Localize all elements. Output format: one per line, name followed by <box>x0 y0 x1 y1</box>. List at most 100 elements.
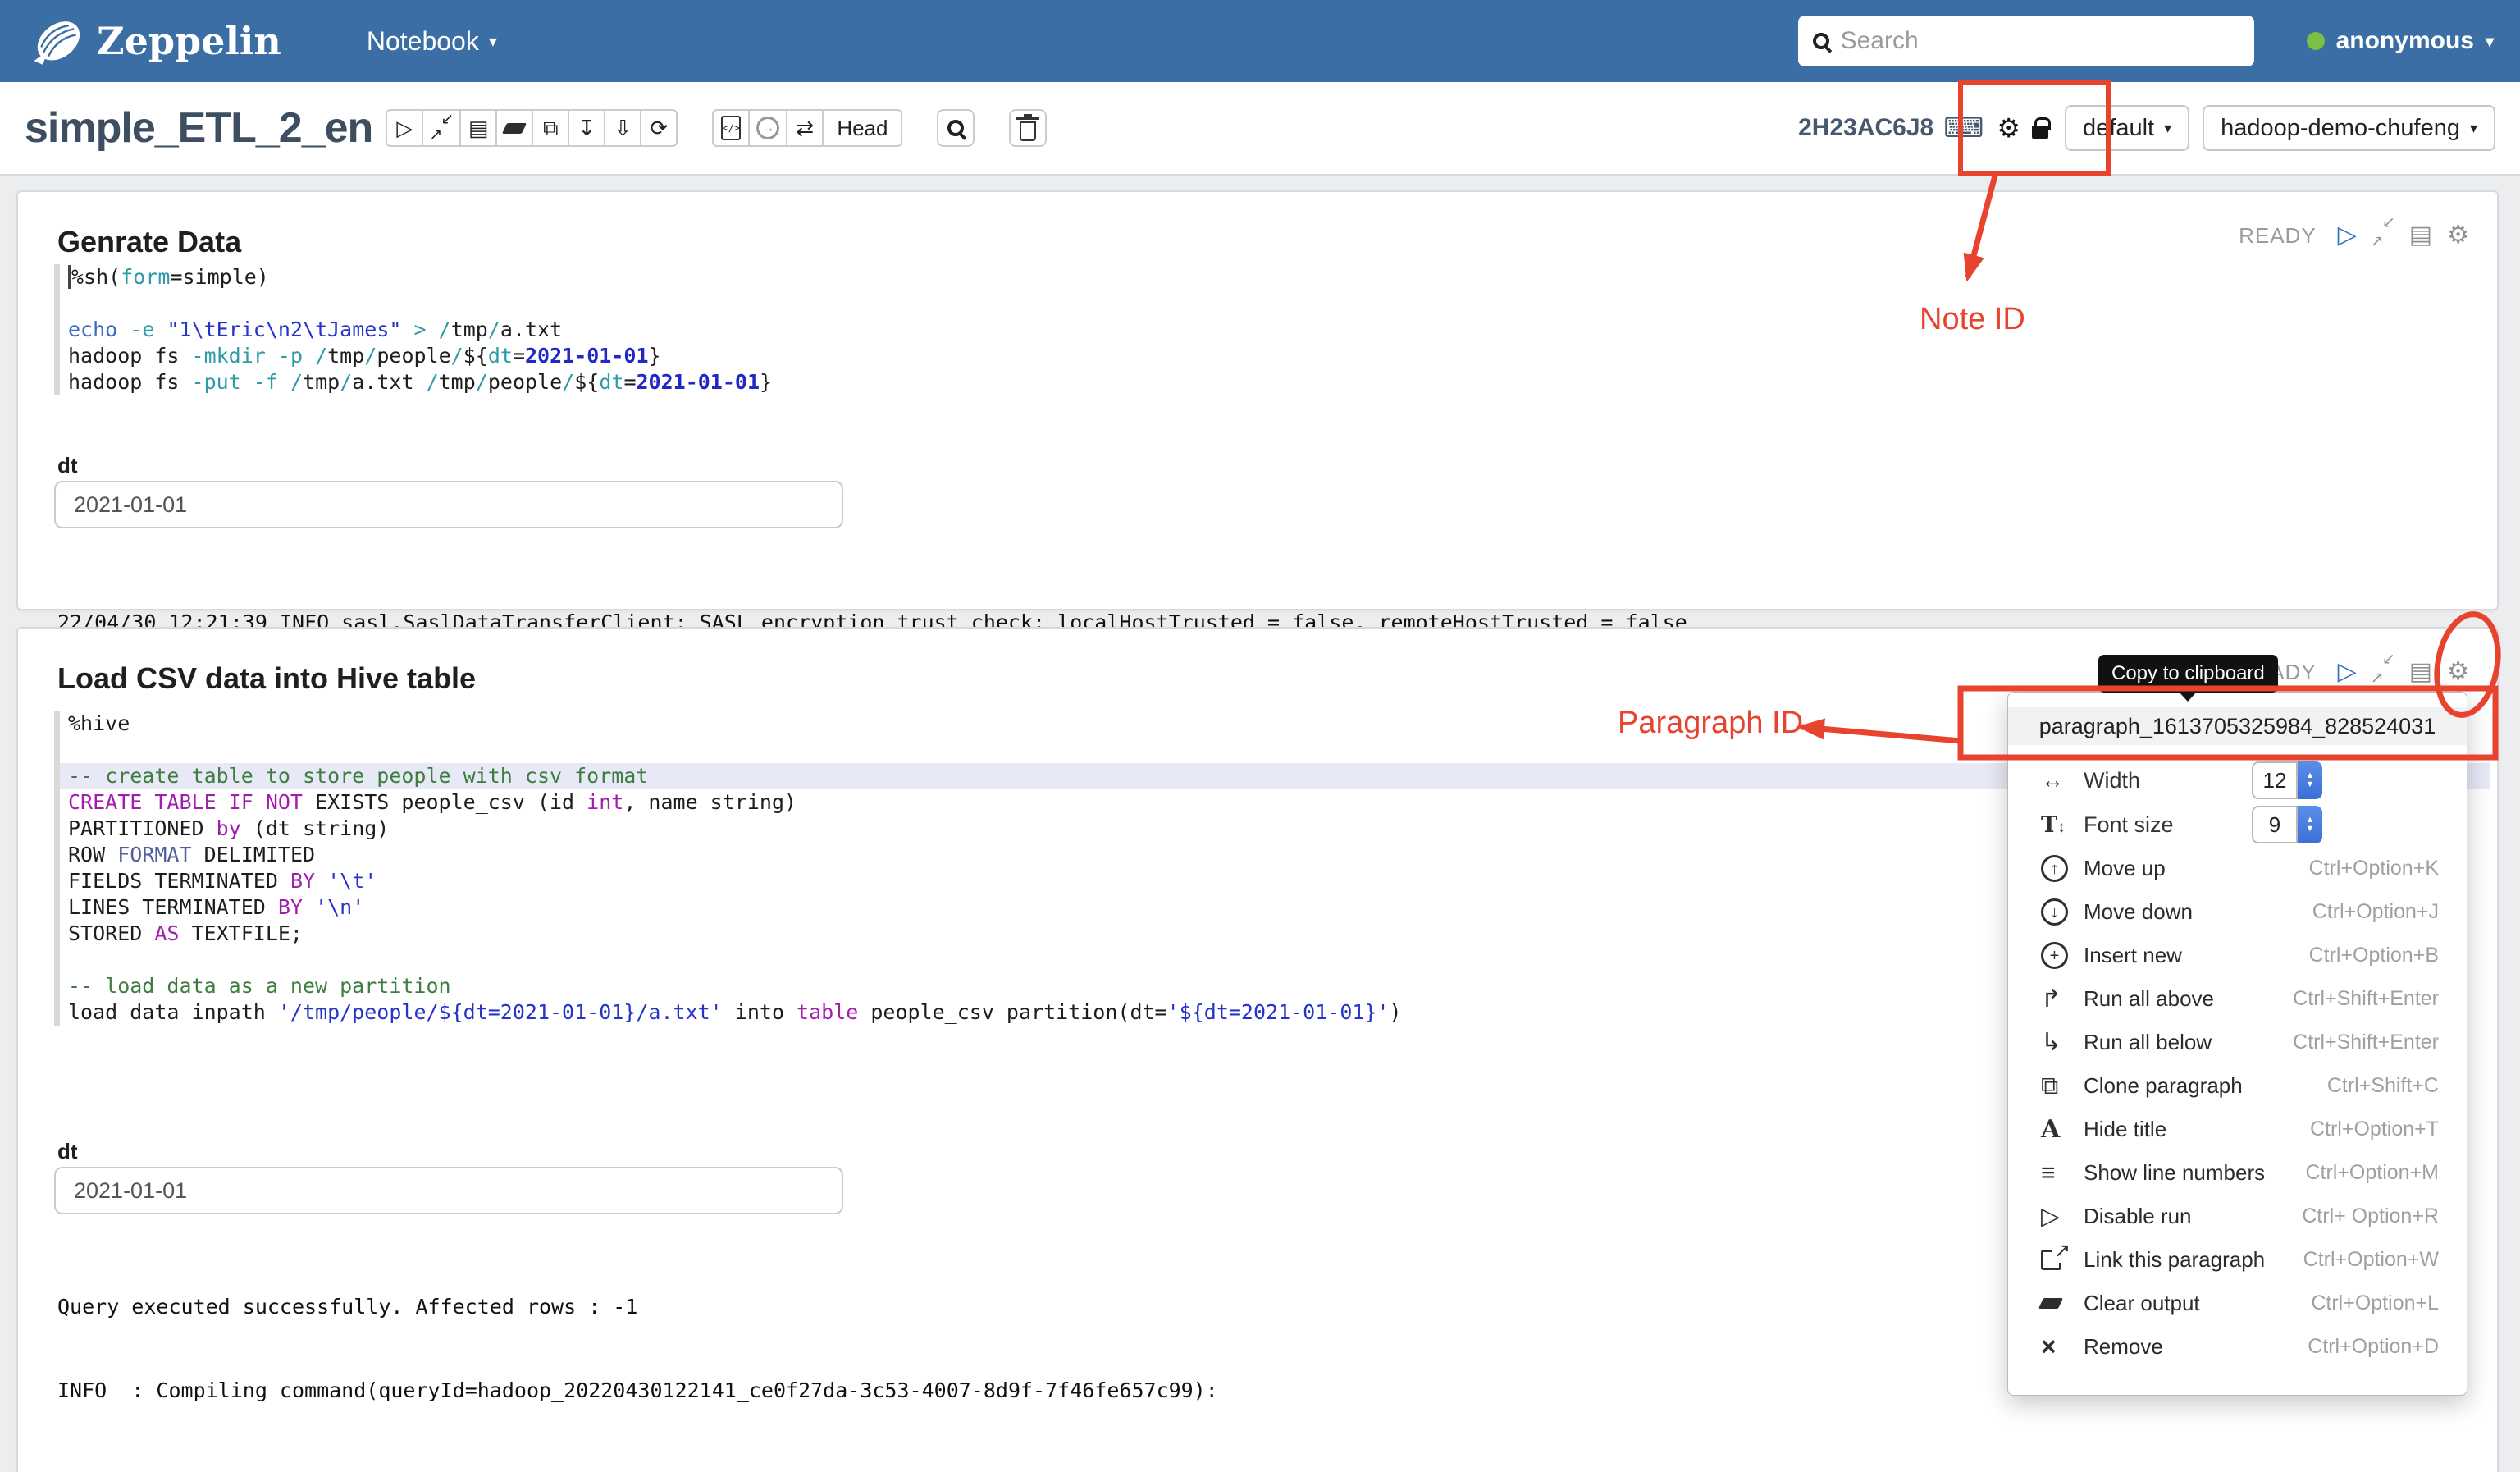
paragraph-controls: READY ▷ ▤ ⚙ <box>2239 215 2469 249</box>
note-toolbar-right: 2H23AC6J8 ⌨ ⚙ default ▾ hadoop-demo-chuf… <box>1798 105 2495 151</box>
code-file-icon: </> <box>721 116 742 140</box>
zeppelin-logo[interactable]: Zeppelin <box>26 8 281 75</box>
note-id[interactable]: 2H23AC6J8 <box>1798 114 1933 142</box>
paragraph-id[interactable]: paragraph_1613705325984_828524031 <box>2008 707 2467 745</box>
menu-item-run-all-below[interactable]: ↳ Run all below Ctrl+Shift+Enter <box>2008 1021 2467 1064</box>
online-status-dot <box>2306 32 2325 50</box>
code-line: %sh(form=simple) <box>60 264 2490 290</box>
interpreter-dropdown[interactable]: hadoop-demo-chufeng ▾ <box>2203 105 2495 151</box>
download-icon: ⇩ <box>614 116 632 140</box>
paragraph-title: Genrate Data <box>57 225 242 258</box>
run-all-above-icon: ↱ <box>2041 985 2062 1013</box>
dt-input[interactable] <box>54 481 843 528</box>
simple-mode-button[interactable]: → <box>748 109 788 147</box>
paragraph-settings-menu: paragraph_1613705325984_828524031 ↔ Widt… <box>2007 692 2468 1396</box>
collapse-paragraph-icon[interactable] <box>2371 215 2395 249</box>
note-toolbar: simple_ETL_2_en ▷ ▤ ⧉ ↧ ⇩ ⟳ </> → ⇄ Head… <box>0 82 2520 176</box>
menu-item-link-this-paragraph[interactable]: ↗ Link this paragraph Ctrl+Option+W <box>2008 1238 2467 1282</box>
move-down-icon: ↓ <box>2041 898 2084 926</box>
code-line: hadoop fs -mkdir -p /tmp/people/${dt=202… <box>68 344 661 368</box>
run-all-icon: ▷ <box>396 116 413 140</box>
swap-arrows-icon: ⇄ <box>796 116 815 140</box>
form-field-label: dt <box>57 453 78 478</box>
width-value: 12 <box>2252 761 2298 799</box>
version-head-button[interactable]: Head <box>822 109 903 147</box>
disable-run-icon: ▷ <box>2041 1203 2061 1230</box>
revision-dropdown[interactable]: default ▾ <box>2065 105 2190 151</box>
note-title[interactable]: simple_ETL_2_en <box>25 103 373 153</box>
import-note-button[interactable]: ⇩ <box>604 109 642 147</box>
font-size-row: T↕ Font size 9 ▲ ▼ <box>2008 802 2467 847</box>
export-note-button[interactable]: ↧ <box>568 109 606 147</box>
head-label: Head <box>837 115 888 140</box>
show-hide-code-button[interactable] <box>422 109 462 147</box>
run-all-paragraphs-button[interactable]: ▷ <box>386 109 424 147</box>
paragraph-settings-gear-icon[interactable]: ⚙ <box>2447 223 2469 248</box>
width-icon: ↔ <box>2041 767 2064 793</box>
font-size-stepper[interactable]: 9 ▲ ▼ <box>2252 806 2322 843</box>
font-size-value: 9 <box>2252 806 2298 843</box>
code-line: echo -e "1\tEric\n2\tJames" > /tmp/a.txt <box>68 318 563 341</box>
font-size-icon: T↕ <box>2041 812 2066 838</box>
width-row: ↔ Width 12 ▲ ▼ <box>2008 758 2467 802</box>
clone-note-button[interactable]: ⧉ <box>532 109 570 147</box>
menu-item-show-line-numbers[interactable]: ≡ Show line numbers Ctrl+Option+M <box>2008 1151 2467 1195</box>
delete-note-button[interactable] <box>1009 109 1048 147</box>
menu-item-move-down[interactable]: ↓ Move down Ctrl+Option+J <box>2008 890 2467 934</box>
insert-new-icon: + <box>2041 942 2084 969</box>
stepper-arrows[interactable]: ▲ ▼ <box>2298 806 2322 843</box>
clone-icon: ⧉ <box>2041 1072 2059 1099</box>
search-code-button[interactable] <box>937 109 975 147</box>
note-action-group: ▷ ▤ ⧉ ↧ ⇩ ⟳ <box>386 109 678 147</box>
search-icon <box>1812 33 1829 49</box>
circled-arrow-icon: → <box>756 117 780 139</box>
show-editor-icon[interactable]: ▤ <box>2409 223 2432 248</box>
chevron-down-icon: ▾ <box>2469 119 2477 136</box>
show-hide-output-button[interactable]: ▤ <box>459 109 498 147</box>
menu-item-run-all-above[interactable]: ↱ Run all above Ctrl+Shift+Enter <box>2008 977 2467 1021</box>
code-line: hadoop fs -put -f /tmp/a.txt /tmp/people… <box>68 370 773 394</box>
run-paragraph-icon[interactable]: ▷ <box>2338 660 2357 684</box>
notebook-menu-label: Notebook <box>366 25 479 56</box>
paragraph-id-annotation-label: Paragraph ID <box>1618 706 1804 740</box>
move-up-icon: ↑ <box>2041 855 2084 882</box>
username: anonymous <box>2335 27 2474 54</box>
paragraph-title: Load CSV data into Hive table <box>57 661 477 695</box>
default-editor-button[interactable]: </> <box>712 109 751 147</box>
menu-item-disable-run[interactable]: ▷ Disable run Ctrl+ Option+R <box>2008 1195 2467 1238</box>
menu-item-insert-new[interactable]: + Insert new Ctrl+Option+B <box>2008 934 2467 977</box>
menu-item-move-up[interactable]: ↑ Move up Ctrl+Option+K <box>2008 847 2467 890</box>
menu-item-hide-title[interactable]: A Hide title Ctrl+Option+T <box>2008 1108 2467 1151</box>
eraser-icon <box>502 122 527 134</box>
copy-to-clipboard-tooltip: Copy to clipboard <box>2098 655 2278 702</box>
show-editor-icon[interactable]: ▤ <box>2409 660 2432 684</box>
font-size-label: Font size <box>2084 811 2174 837</box>
note-settings-gear-icon[interactable]: ⚙ <box>1997 112 2020 144</box>
stepper-arrows[interactable]: ▲ ▼ <box>2298 761 2322 799</box>
code-editor[interactable]: %sh(form=simple) echo -e "1\tEric\n2\tJa… <box>54 264 2490 395</box>
lock-icon[interactable] <box>2032 117 2051 139</box>
remove-x-icon: × <box>2041 1332 2057 1361</box>
line-numbers-icon: ≡ <box>2041 1159 2056 1186</box>
form-field-label: dt <box>57 1139 78 1163</box>
clear-all-output-button[interactable] <box>495 109 534 147</box>
user-menu[interactable]: anonymous ▾ <box>2306 27 2494 55</box>
version-control-button[interactable]: ⟳ <box>640 109 678 147</box>
keyboard-shortcuts-icon[interactable]: ⌨ <box>1943 112 1984 144</box>
top-navbar: Zeppelin Notebook ▾ anonymous ▾ <box>0 0 2520 82</box>
dt-input[interactable] <box>54 1167 843 1214</box>
global-search[interactable] <box>1797 16 2254 66</box>
menu-item-remove[interactable]: × Remove Ctrl+Option+D <box>2008 1325 2467 1369</box>
paragraph-settings-gear-icon[interactable]: ⚙ <box>2447 660 2469 684</box>
collapse-code-icon <box>429 110 454 144</box>
search-input[interactable] <box>1840 27 2239 55</box>
report-mode-button[interactable]: ⇄ <box>786 109 824 147</box>
collapse-paragraph-icon[interactable] <box>2371 651 2395 686</box>
menu-item-clone-paragraph[interactable]: ⧉ Clone paragraph Ctrl+Shift+C <box>2008 1064 2467 1108</box>
run-paragraph-icon[interactable]: ▷ <box>2338 223 2357 248</box>
width-stepper[interactable]: 12 ▲ ▼ <box>2252 761 2322 799</box>
menu-item-clear-output[interactable]: Clear output Ctrl+Option+L <box>2008 1282 2467 1325</box>
refresh-icon: ⟳ <box>650 116 669 140</box>
notebook-menu[interactable]: Notebook ▾ <box>367 26 497 57</box>
